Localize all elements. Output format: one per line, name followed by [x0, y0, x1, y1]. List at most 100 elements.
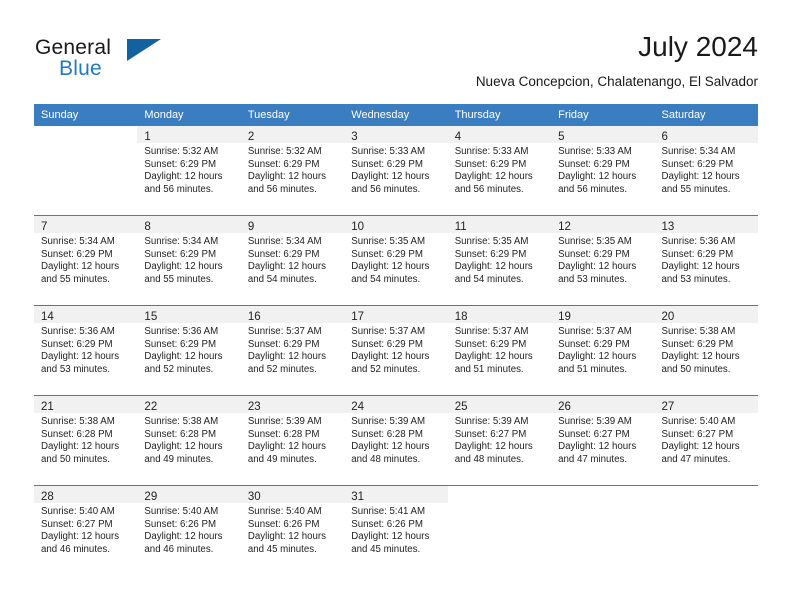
- sunrise-text: Sunrise: 5:39 AM: [351, 416, 426, 427]
- day-number-band: 15: [137, 306, 241, 323]
- day-number-band: 24: [344, 396, 448, 413]
- sun-info-block: Sunrise: 5:37 AM Sunset: 6:29 PM Daylight:…: [241, 323, 344, 376]
- sunset-text: Sunset: 6:29 PM: [247, 338, 320, 350]
- day-number: 10: [351, 221, 365, 233]
- calendar-day-cell[interactable]: 28 Sunrise: 5:40 AM Sunset: 6:27 PM Dayligh…: [34, 485, 138, 575]
- calendar-day-cell[interactable]: 31 Sunrise: 5:41 AM Sunset: 6:26 PM Dayligh…: [344, 485, 448, 575]
- calendar-day-cell[interactable]: 14 Sunrise: 5:36 AM Sunset: 6:29 PM Dayligh…: [34, 305, 138, 396]
- daylight-text-line1: Daylight: 12 hours: [661, 441, 740, 453]
- calendar-day-cell[interactable]: 13 Sunrise: 5:36 AM Sunset: 6:29 PM Dayligh…: [654, 215, 758, 306]
- day-number-band: 31: [344, 486, 448, 503]
- day-cell-inner: [448, 486, 551, 575]
- day-number: 25: [454, 401, 468, 413]
- calendar-day-cell[interactable]: 10 Sunrise: 5:35 AM Sunset: 6:29 PM Dayligh…: [344, 215, 448, 306]
- day-number-band: 21: [34, 396, 138, 413]
- daylight-text-line2: and 56 minutes.: [454, 183, 524, 195]
- day-number-band: 9: [240, 216, 345, 233]
- calendar-day-cell[interactable]: 9 Sunrise: 5:34 AM Sunset: 6:29 PM Daylight…: [240, 215, 345, 306]
- day-cell-inner: 26 Sunrise: 5:39 AM Sunset: 6:27 PM Dayligh…: [551, 396, 655, 485]
- daylight-text-line1: Daylight: 12 hours: [144, 531, 223, 543]
- day-cell-inner: 30 Sunrise: 5:40 AM Sunset: 6:26 PM Dayligh…: [240, 486, 345, 575]
- daylight-text-line1: Daylight: 12 hours: [558, 261, 637, 273]
- sun-info-block: Sunrise: 5:33 AM Sunset: 6:29 PM Daylight:…: [344, 143, 447, 196]
- calendar-day-cell[interactable]: 26 Sunrise: 5:39 AM Sunset: 6:27 PM Dayligh…: [551, 395, 655, 486]
- calendar-day-cell[interactable]: 15 Sunrise: 5:36 AM Sunset: 6:29 PM Dayligh…: [137, 305, 241, 396]
- day-number: 31: [351, 491, 365, 503]
- sun-info-block: Sunrise: 5:34 AM Sunset: 6:29 PM Daylight:…: [655, 143, 758, 196]
- sun-info-block: [448, 503, 551, 506]
- sunset-text: Sunset: 6:29 PM: [144, 248, 217, 260]
- day-number: 8: [144, 221, 151, 233]
- daylight-text-line2: and 47 minutes.: [661, 453, 731, 465]
- calendar-day-cell[interactable]: 22 Sunrise: 5:38 AM Sunset: 6:28 PM Dayligh…: [137, 395, 241, 486]
- calendar-day-cell[interactable]: 4 Sunrise: 5:33 AM Sunset: 6:29 PM Daylight…: [447, 126, 552, 216]
- day-number: 7: [41, 221, 48, 233]
- day-number: 20: [661, 311, 675, 323]
- daylight-text-line2: and 55 minutes.: [144, 273, 214, 285]
- calendar-day-cell[interactable]: 23 Sunrise: 5:39 AM Sunset: 6:28 PM Dayligh…: [240, 395, 345, 486]
- calendar-day-cell[interactable]: 16 Sunrise: 5:37 AM Sunset: 6:29 PM Dayligh…: [240, 305, 345, 396]
- sunrise-text: Sunrise: 5:35 AM: [454, 236, 529, 247]
- sunset-text: Sunset: 6:29 PM: [661, 158, 734, 170]
- day-cell-inner: [34, 126, 137, 215]
- sun-info-block: [655, 503, 758, 506]
- day-cell-inner: 18 Sunrise: 5:37 AM Sunset: 6:29 PM Dayligh…: [447, 306, 552, 395]
- day-cell-inner: 21 Sunrise: 5:38 AM Sunset: 6:28 PM Dayligh…: [34, 396, 138, 485]
- daylight-text-line2: and 48 minutes.: [351, 453, 421, 465]
- calendar-grid: Sunday Monday Tuesday Wednesday Thursday Frid…: [34, 104, 758, 575]
- calendar-day-cell[interactable]: 5 Sunrise: 5:33 AM Sunset: 6:29 PM Daylight…: [551, 126, 655, 216]
- day-number: 11: [454, 221, 467, 233]
- calendar-day-cell[interactable]: 30 Sunrise: 5:40 AM Sunset: 6:26 PM Dayligh…: [240, 485, 345, 575]
- calendar-day-cell[interactable]: 3 Sunrise: 5:33 AM Sunset: 6:29 PM Daylight…: [344, 126, 448, 216]
- day-cell-inner: 16 Sunrise: 5:37 AM Sunset: 6:29 PM Dayligh…: [240, 306, 345, 395]
- day-number-band: [655, 486, 758, 503]
- calendar-day-cell[interactable]: 29 Sunrise: 5:40 AM Sunset: 6:26 PM Dayligh…: [137, 485, 241, 575]
- day-number-band: 13: [654, 216, 758, 233]
- day-cell-inner: 8 Sunrise: 5:34 AM Sunset: 6:29 PM Daylight…: [137, 216, 241, 305]
- calendar-day-cell[interactable]: 11 Sunrise: 5:35 AM Sunset: 6:29 PM Dayligh…: [447, 215, 552, 306]
- calendar-day-cell[interactable]: 24 Sunrise: 5:39 AM Sunset: 6:28 PM Dayligh…: [344, 395, 448, 486]
- calendar-day-cell[interactable]: 6 Sunrise: 5:34 AM Sunset: 6:29 PM Daylight…: [654, 126, 758, 216]
- sun-info-block: [34, 143, 137, 146]
- calendar-day-cell[interactable]: 20 Sunrise: 5:38 AM Sunset: 6:29 PM Dayligh…: [654, 305, 758, 396]
- daylight-text-line2: and 50 minutes.: [661, 363, 731, 375]
- calendar-day-cell[interactable]: 12 Sunrise: 5:35 AM Sunset: 6:29 PM Dayligh…: [551, 215, 655, 306]
- daylight-text-line2: and 53 minutes.: [661, 273, 731, 285]
- calendar-body: 1 Sunrise: 5:32 AM Sunset: 6:29 PM Daylight…: [34, 126, 758, 575]
- sun-info-block: Sunrise: 5:35 AM Sunset: 6:29 PM Daylight:…: [551, 233, 654, 286]
- sunset-text: Sunset: 6:28 PM: [247, 428, 320, 440]
- daylight-text-line2: and 47 minutes.: [558, 453, 628, 465]
- daylight-text-line2: and 51 minutes.: [558, 363, 628, 375]
- calendar-day-cell[interactable]: 7 Sunrise: 5:34 AM Sunset: 6:29 PM Daylight…: [34, 215, 138, 306]
- sun-info-block: Sunrise: 5:35 AM Sunset: 6:29 PM Daylight:…: [448, 233, 551, 286]
- daylight-text-line2: and 49 minutes.: [247, 453, 317, 465]
- sunset-text: Sunset: 6:29 PM: [661, 338, 734, 350]
- day-number-band: 10: [344, 216, 448, 233]
- day-number: 24: [351, 401, 365, 413]
- day-cell-inner: 10 Sunrise: 5:35 AM Sunset: 6:29 PM Dayligh…: [344, 216, 448, 305]
- calendar-day-cell[interactable]: 8 Sunrise: 5:34 AM Sunset: 6:29 PM Daylight…: [137, 215, 241, 306]
- calendar-day-cell[interactable]: 2 Sunrise: 5:32 AM Sunset: 6:29 PM Daylight…: [240, 126, 345, 216]
- sunrise-text: Sunrise: 5:38 AM: [41, 416, 115, 427]
- calendar-day-cell[interactable]: 18 Sunrise: 5:37 AM Sunset: 6:29 PM Dayligh…: [447, 305, 552, 396]
- sunrise-text: Sunrise: 5:40 AM: [41, 506, 115, 517]
- sunrise-text: Sunrise: 5:34 AM: [41, 236, 115, 247]
- calendar-day-cell[interactable]: 21 Sunrise: 5:38 AM Sunset: 6:28 PM Dayligh…: [34, 395, 138, 486]
- sun-info-block: Sunrise: 5:41 AM Sunset: 6:26 PM Daylight:…: [344, 503, 447, 556]
- day-number: 18: [454, 311, 468, 323]
- daylight-text-line1: Daylight: 12 hours: [558, 171, 637, 183]
- general-blue-logo[interactable]: General Blue: [35, 36, 255, 88]
- calendar-day-cell[interactable]: 27 Sunrise: 5:40 AM Sunset: 6:27 PM Dayligh…: [654, 395, 758, 486]
- calendar-day-cell[interactable]: 19 Sunrise: 5:37 AM Sunset: 6:29 PM Dayligh…: [551, 305, 655, 396]
- day-cell-inner: 19 Sunrise: 5:37 AM Sunset: 6:29 PM Dayligh…: [551, 306, 655, 395]
- calendar-day-cell[interactable]: 17 Sunrise: 5:37 AM Sunset: 6:29 PM Dayligh…: [344, 305, 448, 396]
- daylight-text-line1: Daylight: 12 hours: [454, 441, 533, 453]
- daylight-text-line1: Daylight: 12 hours: [144, 171, 223, 183]
- calendar-day-cell[interactable]: 1 Sunrise: 5:32 AM Sunset: 6:29 PM Daylight…: [137, 126, 241, 216]
- sunset-text: Sunset: 6:27 PM: [558, 428, 630, 440]
- daylight-text-line1: Daylight: 12 hours: [144, 441, 223, 453]
- day-number: 19: [558, 311, 571, 323]
- daylight-text-line2: and 53 minutes.: [558, 273, 628, 285]
- daylight-text-line2: and 56 minutes.: [247, 183, 317, 195]
- calendar-day-cell[interactable]: 25 Sunrise: 5:39 AM Sunset: 6:27 PM Dayligh…: [447, 395, 552, 486]
